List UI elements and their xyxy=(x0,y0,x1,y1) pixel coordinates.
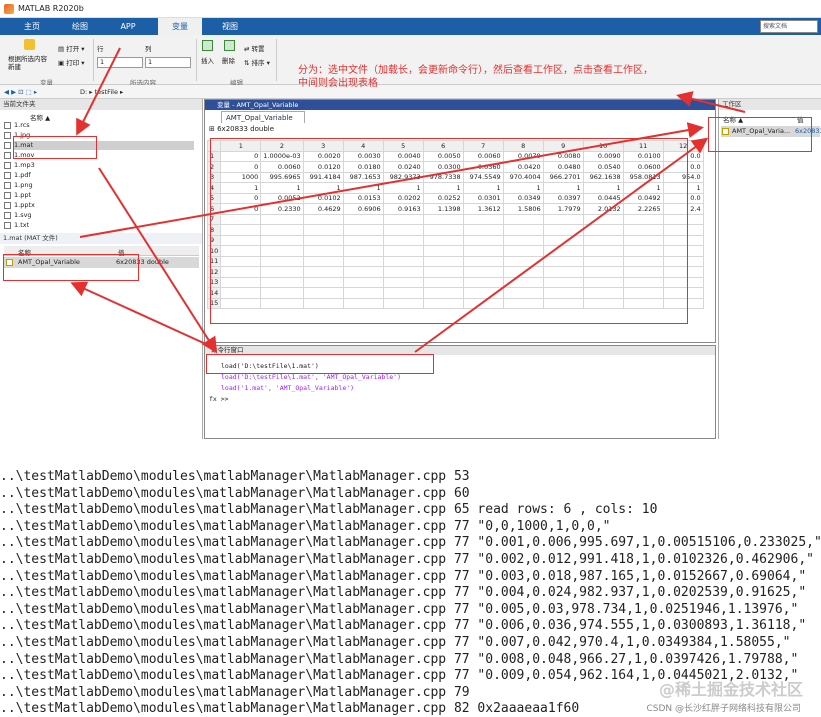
console-line: ..\testMatlabDemo\modules\matlabManager\… xyxy=(0,601,799,617)
annotation-arrows xyxy=(70,47,746,354)
arrow xyxy=(76,47,121,136)
watermark-csdn: CSDN @长沙红胖子网络科技有限公司 xyxy=(646,704,801,714)
console-line: ..\testMatlabDemo\modules\matlabManager\… xyxy=(0,568,807,584)
console-line: ..\testMatlabDemo\modules\matlabManager\… xyxy=(0,518,611,534)
console-line: ..\testMatlabDemo\modules\matlabManager\… xyxy=(0,701,580,717)
arrow xyxy=(414,137,709,353)
arrow xyxy=(79,122,704,238)
console-line: ..\testMatlabDemo\modules\matlabManager\… xyxy=(0,535,821,551)
console-line: ..\testMatlabDemo\modules\matlabManager\… xyxy=(0,585,807,601)
console-line: ..\testMatlabDemo\modules\matlabManager\… xyxy=(0,651,799,667)
console-line: ..\testMatlabDemo\modules\matlabManager\… xyxy=(0,485,470,501)
console-line: ..\testMatlabDemo\modules\matlabManager\… xyxy=(0,469,470,484)
console-line: ..\testMatlabDemo\modules\matlabManager\… xyxy=(0,502,658,518)
console-line: ..\testMatlabDemo\modules\matlabManager\… xyxy=(0,552,814,567)
console-line: ..\testMatlabDemo\modules\matlabManager\… xyxy=(0,635,791,650)
console-line: ..\testMatlabDemo\modules\matlabManager\… xyxy=(0,684,470,700)
watermark-site: @稀土掘金技术社区 xyxy=(658,680,803,699)
arrow xyxy=(70,281,209,346)
arrow xyxy=(676,91,746,113)
console-line: ..\testMatlabDemo\modules\matlabManager\… xyxy=(0,618,807,634)
